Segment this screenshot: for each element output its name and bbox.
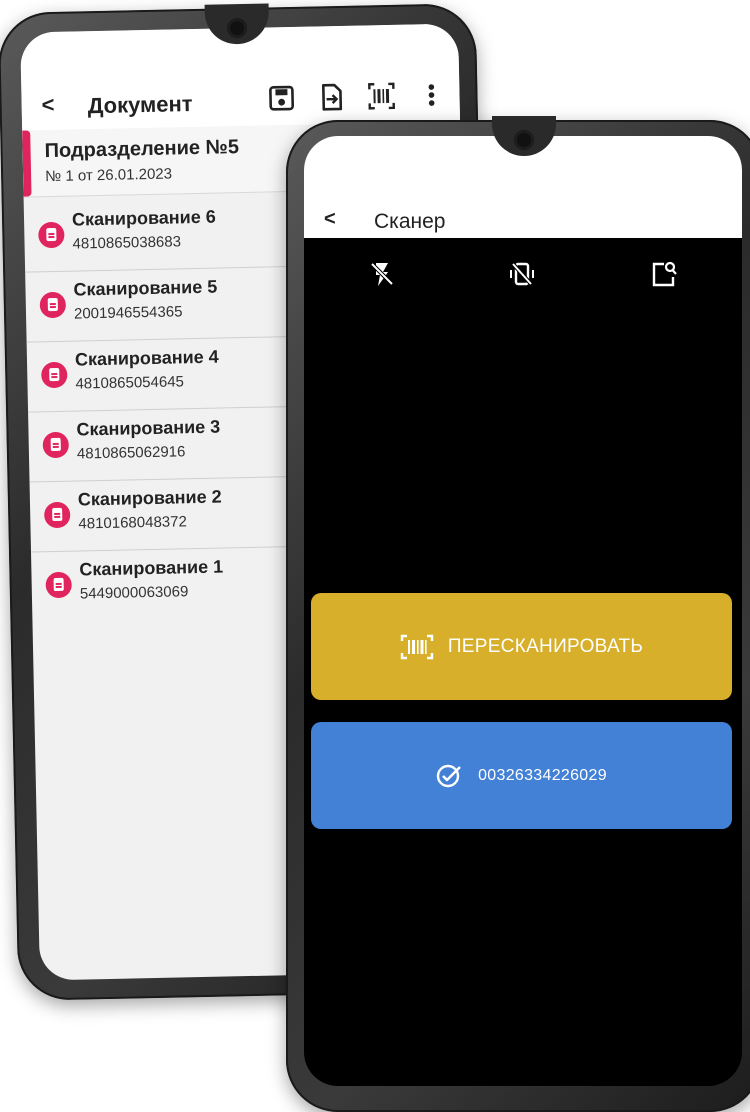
document-icon — [41, 361, 68, 389]
document-icon — [38, 221, 65, 249]
rescan-button[interactable]: ПЕРЕСКАНИРОВАТЬ — [311, 593, 732, 700]
scan-code: 4810865054645 — [75, 373, 185, 393]
scan-title: Сканирование 6 — [71, 206, 216, 230]
scan-result-code: 00326334226029 — [478, 766, 607, 784]
flash-off-icon[interactable] — [368, 260, 396, 288]
department-title: Подразделение №5 — [44, 136, 240, 163]
chevron-left-icon[interactable]: < — [41, 92, 54, 118]
department-subtitle: № 1 от 26.01.2023 — [44, 165, 173, 186]
scan-title: Сканирование 1 — [79, 556, 224, 580]
export-icon[interactable] — [317, 82, 346, 113]
selection-accent — [22, 130, 32, 197]
scan-title: Сканирование 4 — [74, 346, 219, 370]
document-icon — [42, 431, 70, 459]
vibration-off-icon[interactable] — [508, 260, 536, 288]
phone-frame-front: < Сканер ПЕРЕСКАНИРОВАТЬ 00326334226029 — [286, 116, 750, 1112]
more-vert-icon[interactable] — [417, 80, 446, 111]
scan-code: 4810865038683 — [72, 233, 182, 253]
check-circle-icon — [436, 763, 462, 789]
document-icon — [45, 571, 72, 599]
rescan-label: ПЕРЕСКАНИРОВАТЬ — [447, 635, 644, 657]
scan-code: 2001946554365 — [73, 303, 183, 323]
scan-title: Сканирование 3 — [76, 416, 221, 440]
scan-title: Сканирование 5 — [73, 276, 218, 300]
page-title: Документ — [87, 91, 193, 119]
scan-code: 5449000063069 — [79, 583, 189, 603]
scan-code: 4810865062916 — [76, 443, 186, 463]
chevron-left-icon[interactable]: < — [324, 208, 336, 231]
barcode-icon — [400, 634, 434, 660]
document-icon — [43, 501, 71, 529]
scan-title: Сканирование 2 — [77, 486, 222, 510]
scanner-screen: < Сканер ПЕРЕСКАНИРОВАТЬ 00326334226029 — [304, 136, 742, 1086]
page-title: Сканер — [374, 210, 446, 233]
scan-code: 4810168048372 — [78, 513, 188, 533]
image-search-icon[interactable] — [650, 260, 678, 288]
save-icon[interactable] — [267, 83, 296, 114]
document-icon — [39, 291, 67, 319]
scan-result-button[interactable]: 00326334226029 — [311, 722, 732, 829]
barcode-icon[interactable] — [367, 81, 396, 112]
